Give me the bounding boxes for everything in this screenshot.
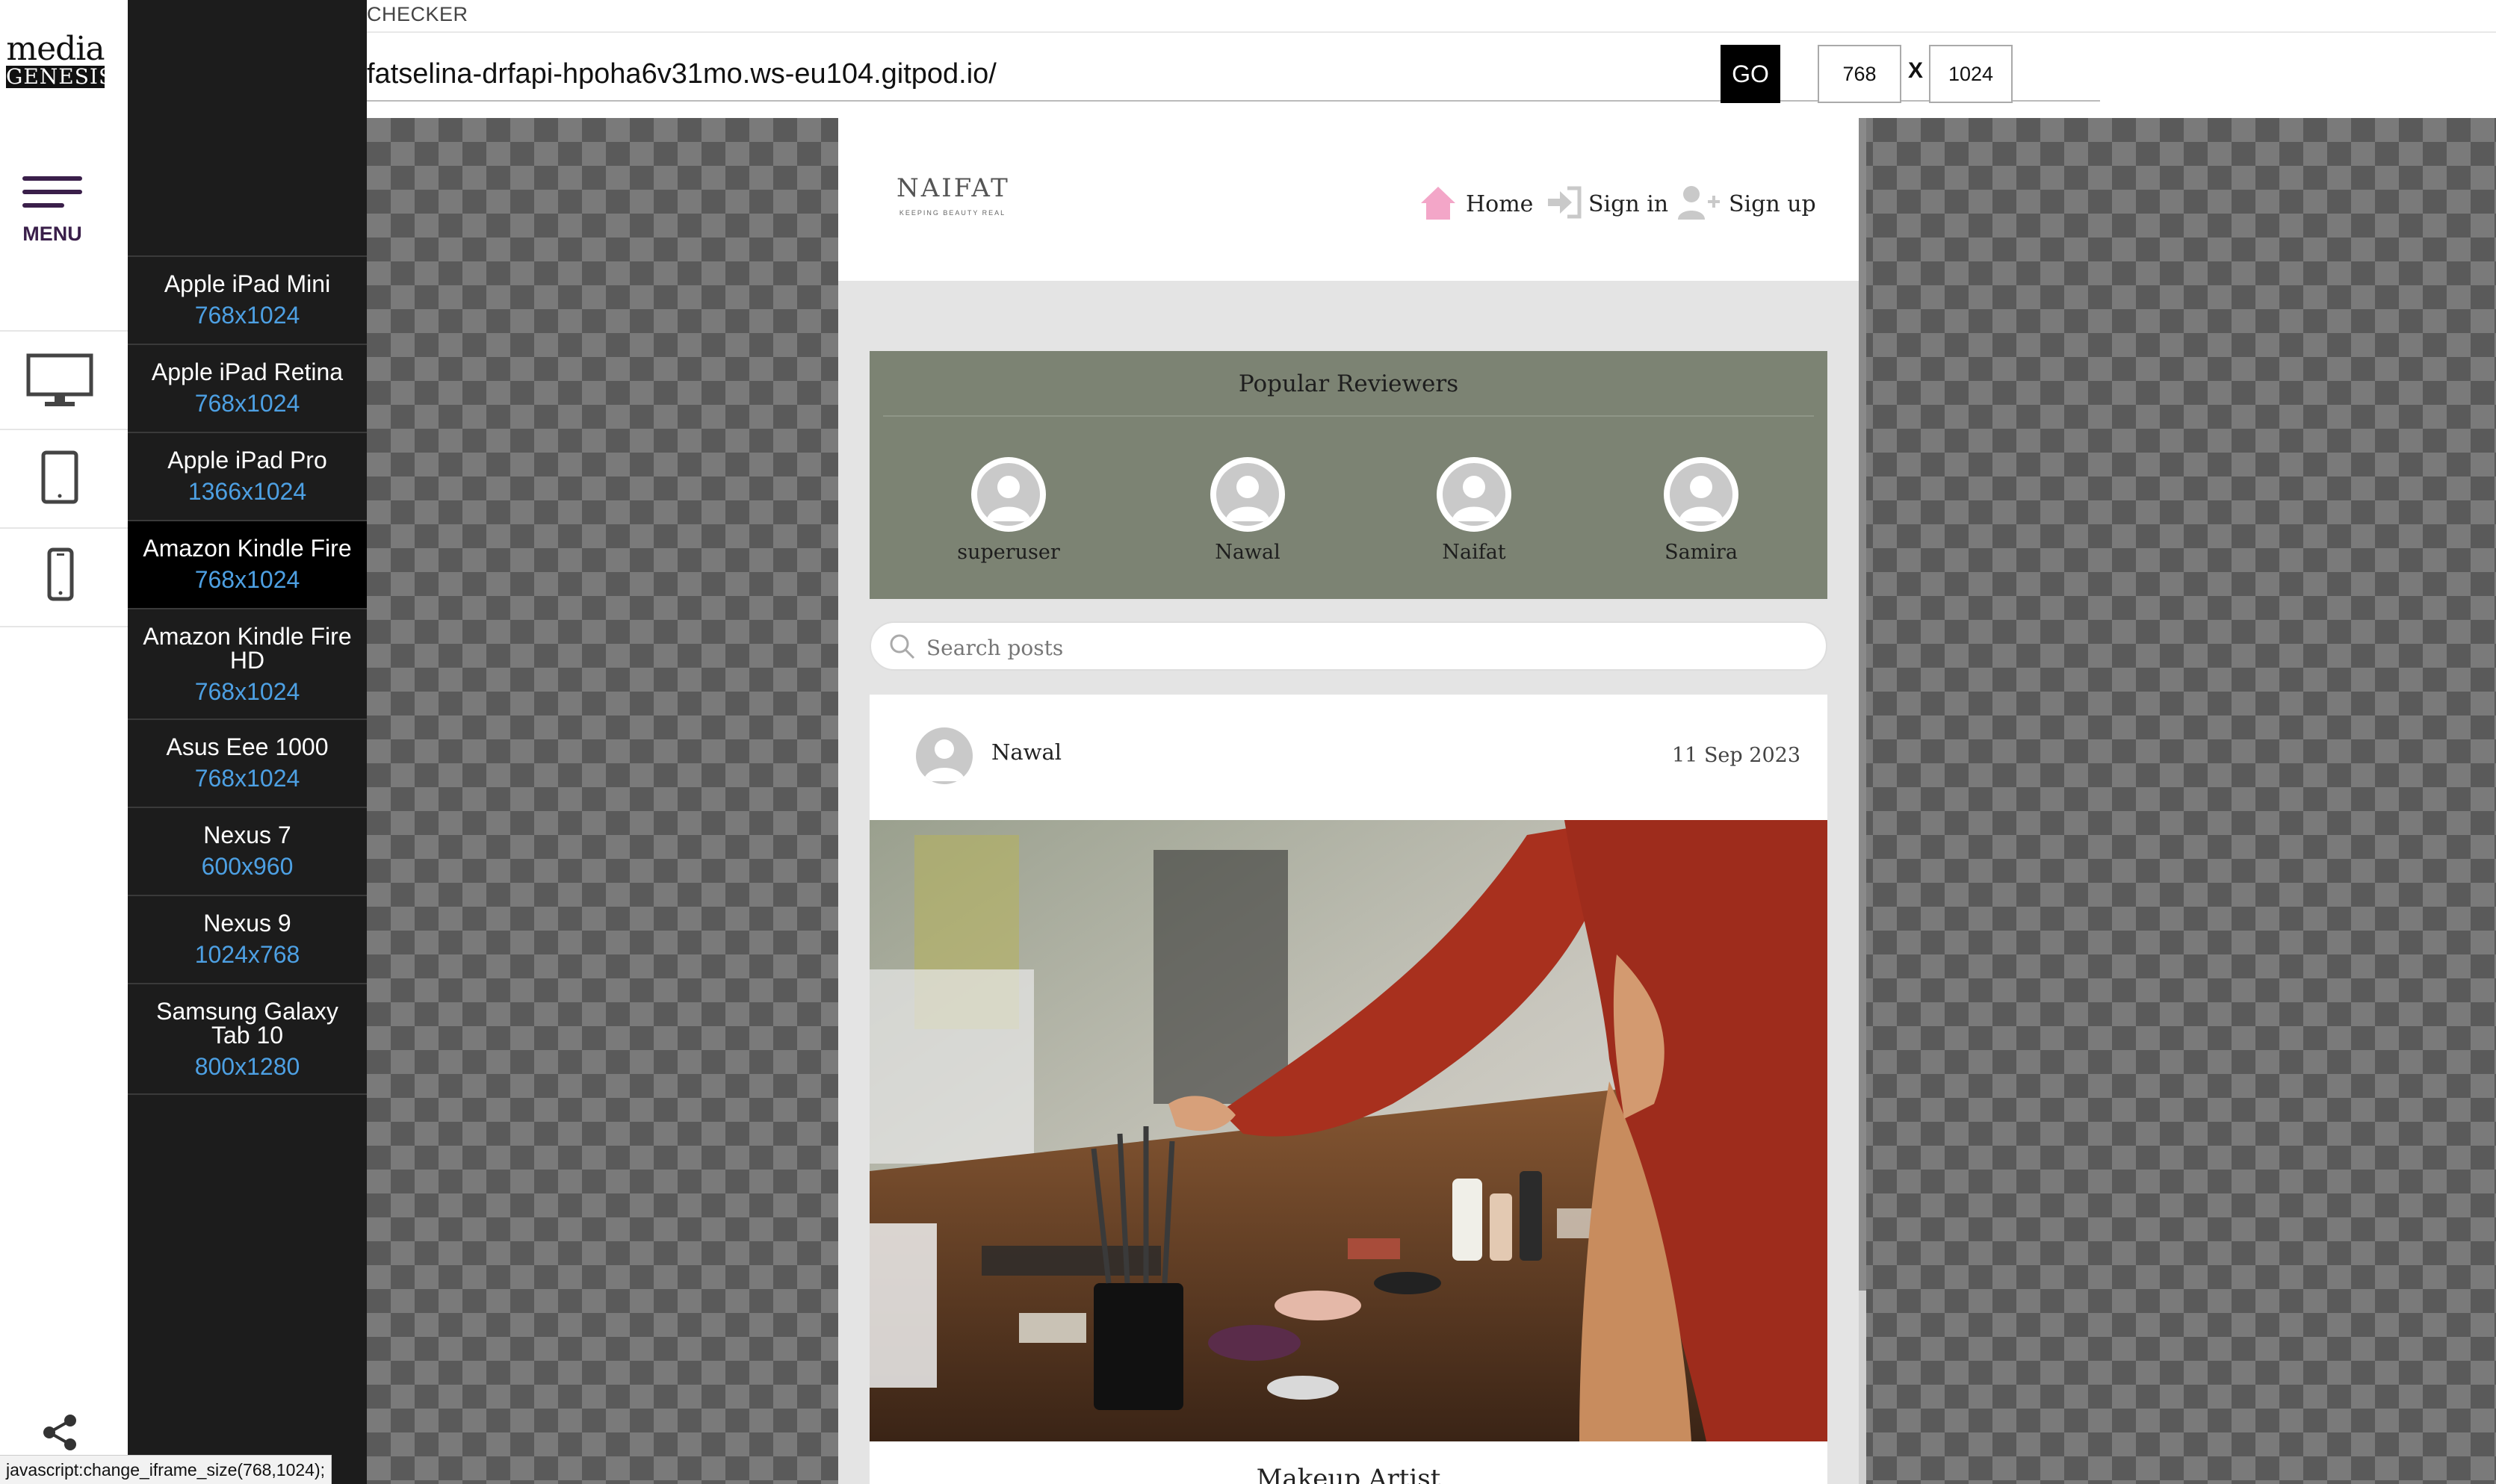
search-icon	[890, 634, 915, 659]
share-button[interactable]	[39, 1412, 81, 1453]
device-item[interactable]: Apple iPad Mini 768x1024	[128, 255, 367, 344]
device-name: Asus Eee 1000	[166, 733, 329, 760]
popular-reviewers-panel: Popular Reviewers superuser Nawal Naifat…	[870, 351, 1827, 599]
device-size: 768x1024	[194, 765, 300, 792]
device-item[interactable]: Samsung Galaxy Tab 10 800x1280	[128, 983, 367, 1095]
user-icon	[923, 739, 965, 781]
reviewer-card[interactable]: Nawal	[1173, 457, 1322, 564]
reviewer-name: Samira	[1664, 541, 1738, 564]
phone-icon	[47, 547, 74, 601]
post-author[interactable]: Nawal	[991, 739, 1062, 765]
device-name: Apple iPad Mini	[164, 270, 331, 297]
reviewer-name: Naifat	[1442, 541, 1506, 564]
avatar	[971, 457, 1046, 532]
device-size: 1366x1024	[188, 478, 307, 505]
frame-scrollbar-thumb[interactable]	[1859, 118, 1866, 1291]
device-size: 600x960	[201, 853, 294, 880]
tablet-view-button[interactable]	[0, 430, 128, 526]
device-name: Amazon Kindle Fire	[143, 535, 352, 562]
device-item[interactable]: Nexus 9 1024x768	[128, 895, 367, 983]
device-size: 768x1024	[194, 566, 300, 593]
post-title[interactable]: Makeup Artist	[870, 1464, 1827, 1484]
app-title: CHECKER	[367, 3, 468, 25]
nav-signup[interactable]: Sign up	[1676, 182, 1816, 227]
logo-text-genesis: GENESIS	[6, 64, 114, 89]
nav-home-label: Home	[1466, 191, 1534, 217]
logo-text-media: media	[6, 30, 105, 68]
device-list-panel: Apple iPad Mini 768x1024 Apple iPad Reti…	[128, 0, 367, 1484]
device-size: 768x1024	[194, 678, 300, 705]
tablet-icon	[41, 450, 78, 504]
user-icon	[986, 476, 1031, 521]
add-user-icon	[1678, 186, 1720, 220]
reviewer-card[interactable]: Naifat	[1399, 457, 1549, 564]
menu-label: MENU	[22, 223, 82, 245]
search-bar	[870, 621, 1827, 671]
tool-rail: media GENESIS MENU	[0, 0, 128, 1484]
user-icon	[1452, 476, 1496, 521]
device-item-active[interactable]: Amazon Kindle Fire 768x1024	[128, 520, 367, 608]
device-name: Amazon Kindle Fire HD	[143, 623, 352, 674]
device-name: Apple iPad Retina	[151, 358, 344, 385]
device-size: 800x1280	[194, 1053, 300, 1080]
device-size: 1024x768	[194, 941, 300, 968]
reviewer-card[interactable]: Samira	[1626, 457, 1776, 564]
device-item[interactable]: Asus Eee 1000 768x1024	[128, 718, 367, 807]
device-item[interactable]: Nexus 7 600x960	[128, 807, 367, 895]
go-button[interactable]: GO	[1721, 45, 1780, 103]
nav-home[interactable]: Home	[1418, 182, 1534, 227]
reviewers-heading: Popular Reviewers	[1238, 370, 1459, 397]
post-image[interactable]	[870, 820, 1827, 1441]
divider	[367, 31, 2496, 33]
height-input[interactable]	[1929, 45, 2013, 103]
device-item[interactable]: Amazon Kindle Fire HD 768x1024	[128, 608, 367, 718]
reviewer-card[interactable]: superuser	[934, 457, 1083, 564]
device-item[interactable]: Apple iPad Retina 768x1024	[128, 344, 367, 432]
device-size: 768x1024	[194, 390, 300, 417]
device-item[interactable]: Apple iPad Pro 1366x1024	[128, 432, 367, 520]
avatar	[1664, 457, 1738, 532]
divider	[0, 626, 128, 627]
share-icon	[43, 1415, 76, 1450]
desktop-icon	[26, 353, 93, 406]
divider	[883, 415, 1814, 417]
site-logo[interactable]: NAIFAT KEEPING BEAUTY REAL	[896, 173, 1009, 217]
search-input[interactable]	[925, 630, 1809, 665]
user-icon	[1679, 476, 1724, 521]
device-preview-frame[interactable]: NAIFAT KEEPING BEAUTY REAL Home Sign in	[838, 118, 1859, 1484]
nav-signup-label: Sign up	[1729, 191, 1816, 217]
device-size: 768x1024	[194, 302, 300, 329]
avatar	[916, 727, 973, 784]
desktop-view-button[interactable]	[0, 332, 128, 427]
menu-button[interactable]: MENU	[15, 172, 90, 254]
site-header: NAIFAT KEEPING BEAUTY REAL Home Sign in	[838, 118, 1859, 281]
media-genesis-logo[interactable]: media GENESIS	[6, 30, 114, 89]
post-card[interactable]: Nawal 11 Sep 2023 Makeup Artist	[870, 695, 1827, 1484]
avatar	[1437, 457, 1511, 532]
device-name: Samsung Galaxy Tab 10	[156, 998, 338, 1049]
nav-signin-label: Sign in	[1588, 191, 1669, 217]
nav-signin[interactable]: Sign in	[1545, 182, 1668, 227]
device-name: Apple iPad Pro	[167, 447, 327, 474]
site-logo-text: NAIFAT	[896, 173, 1010, 203]
home-icon	[1421, 187, 1455, 220]
reviewer-name: Nawal	[1215, 541, 1280, 564]
status-bar: javascript:change_iframe_size(768,1024);	[0, 1455, 332, 1484]
site-tagline: KEEPING BEAUTY REAL	[899, 209, 1006, 217]
width-input[interactable]	[1818, 45, 1901, 103]
device-name: Nexus 7	[203, 822, 291, 848]
sign-in-icon	[1548, 186, 1582, 219]
top-toolbar: CHECKER GO X	[367, 0, 2496, 118]
post-date: 11 Sep 2023	[1672, 744, 1800, 767]
device-name: Nexus 9	[203, 910, 291, 937]
makeup-photo	[870, 820, 1827, 1441]
user-icon	[1225, 476, 1270, 521]
avatar	[1210, 457, 1285, 532]
reviewer-name: superuser	[957, 541, 1060, 564]
hamburger-icon	[22, 176, 82, 181]
dimension-separator: X	[1908, 58, 1924, 83]
phone-view-button[interactable]	[0, 529, 128, 624]
